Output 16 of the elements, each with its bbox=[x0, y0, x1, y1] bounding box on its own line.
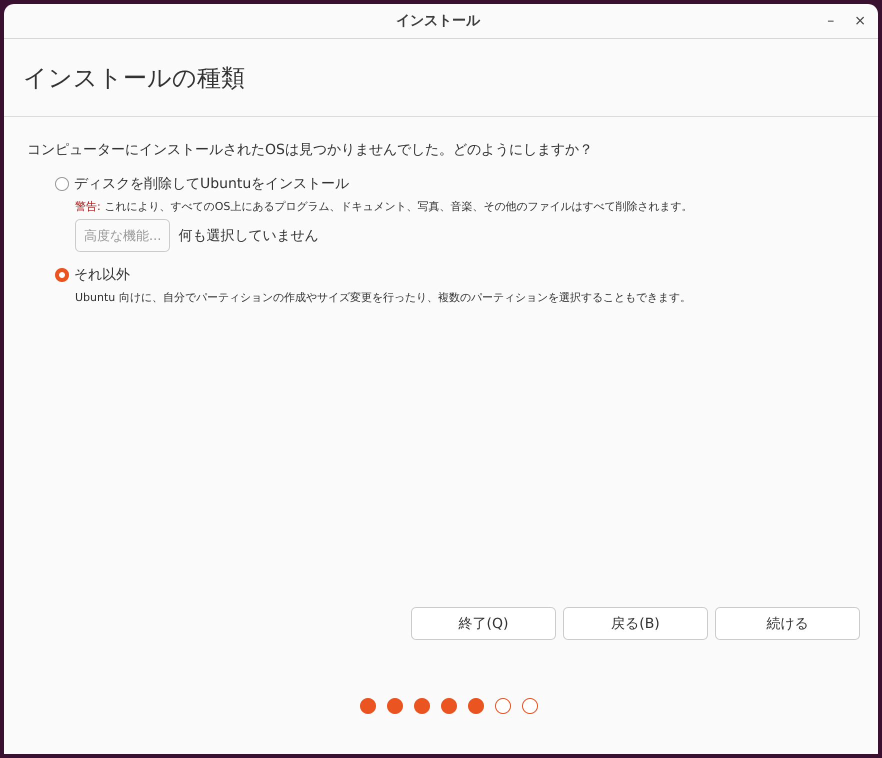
radio-button[interactable] bbox=[55, 177, 69, 191]
option-label[interactable]: それ以外 bbox=[74, 266, 130, 284]
option-description: Ubuntu 向けに、自分でパーティションの作成やサイズ変更を行ったり、複数のパーティションを選択することもできます。 bbox=[75, 291, 691, 304]
question-text: コンピューターにインストールされたOSは見つかりませんでした。どのようにしますか？ bbox=[27, 141, 594, 159]
action-button[interactable]: 終了(Q) bbox=[411, 607, 556, 640]
page-heading: インストールの種類 bbox=[23, 62, 245, 94]
warning-label: 警告: bbox=[75, 200, 101, 213]
selection-status: 何も選択していません bbox=[178, 226, 318, 244]
option-label[interactable]: ディスクを削除してUbuntuをインストール bbox=[74, 175, 350, 193]
close-button[interactable]: × bbox=[848, 11, 872, 31]
minimize-button[interactable]: – bbox=[821, 11, 840, 31]
action-button[interactable]: 戻る(B) bbox=[563, 607, 708, 640]
window-title: インストール bbox=[395, 12, 482, 30]
action-button[interactable]: 続ける bbox=[715, 607, 860, 640]
option-description: これにより、すべてのOS上にあるプログラム、ドキュメント、写真、音楽、その他のファイルはすべて削除されます。 bbox=[104, 200, 692, 213]
radio-button[interactable] bbox=[55, 268, 69, 282]
